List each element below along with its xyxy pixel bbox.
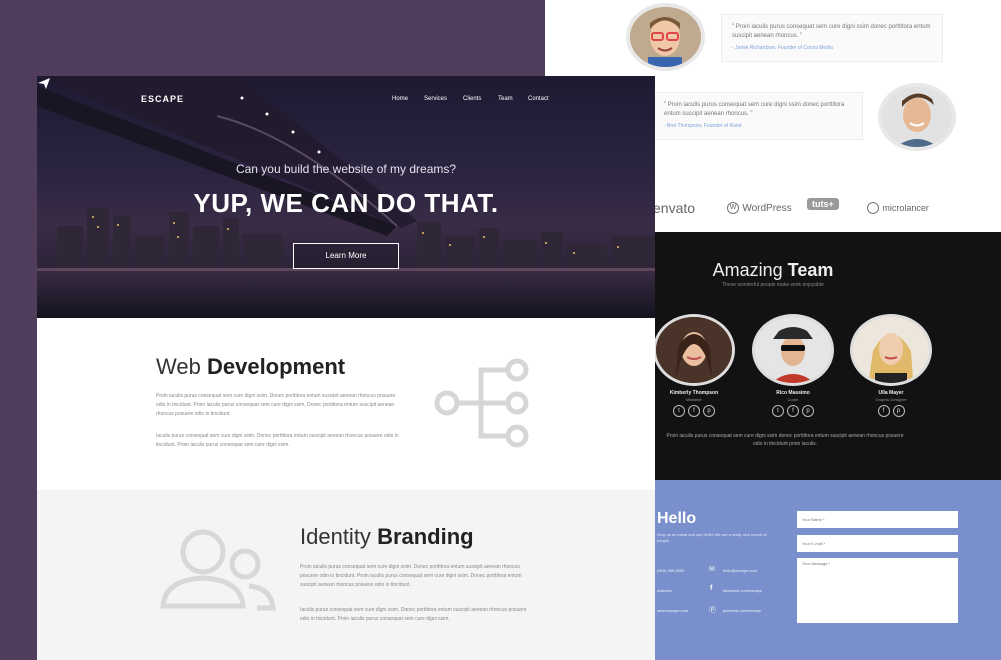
woman-portrait-icon (656, 317, 732, 383)
contact-phone: (555) 555-5555 (657, 568, 685, 573)
pinterest-icon[interactable]: p (802, 405, 814, 417)
section-title-light: Web (156, 354, 201, 379)
wordpress-icon: W (727, 201, 739, 214)
section-title: Web Development (156, 354, 345, 380)
member-name: Ulla Mayer (878, 390, 904, 396)
avatar (850, 314, 932, 386)
users-icon (160, 529, 276, 611)
team-member: Rico Massimo Coder t f p (748, 314, 838, 417)
name-input[interactable] (797, 511, 958, 528)
pinterest-icon[interactable]: p (703, 405, 715, 417)
message-textarea[interactable] (797, 558, 958, 623)
hero-title: YUP, WE CAN DO THAT. (193, 188, 499, 218)
nav-team[interactable]: Team (498, 96, 513, 102)
testimonial-photo-2 (878, 83, 956, 151)
hero-subtitle: Can you build the website of my dreams? (235, 162, 457, 176)
contact-web: www.escape.com (657, 608, 689, 613)
facebook-icon: f (710, 585, 713, 592)
member-name: Rico Massimo (776, 390, 810, 396)
section-paragraph: Proin iaculis purus consequat sem cure d… (156, 393, 396, 417)
envelope-icon: ✉ (709, 566, 715, 573)
child-portrait-icon (630, 7, 701, 67)
pinterest-icon[interactable]: p (892, 405, 905, 417)
logo-tuts: tuts+ (807, 198, 839, 210)
web-development-section: Web Development Proin iaculis purus cons… (37, 318, 655, 490)
identity-branding-section: Identity Branding Proin iaculis purus co… (37, 490, 655, 660)
brand-logo[interactable]: ESCAPE (141, 94, 184, 104)
section-title-light: Identity (300, 524, 371, 549)
section-title-bold: Development (206, 354, 346, 379)
twitter-icon[interactable]: t (772, 405, 784, 417)
contact-email[interactable]: hello@escape.com (723, 568, 757, 573)
section-paragraph: Iaculis purus consequat sem cure digni s… (156, 433, 399, 448)
member-role: Marketer (686, 397, 702, 402)
logo-wordpress: W WordPress (727, 200, 792, 214)
team-title-bold: Team (787, 260, 834, 280)
twitter-icon[interactable]: t (673, 405, 685, 417)
testimonial-author: - Jamie Richardson, Founder of Cocoa Med… (732, 45, 833, 51)
section-title-bold: Branding (377, 524, 474, 549)
contact-description: Drop us an email and say Hello! We are a… (657, 532, 767, 543)
man-hat-portrait-icon (755, 317, 831, 383)
section-paragraph: Proin iaculis purus consequat sem cure d… (300, 564, 522, 588)
avatar (752, 314, 834, 386)
hero-section: ESCAPE Home Services Clients Team Contac… (37, 76, 655, 318)
section-title: Identity Branding (300, 524, 474, 550)
member-socials: f p (846, 405, 936, 417)
nav-services[interactable]: Services (424, 96, 447, 102)
man-portrait-icon (882, 87, 952, 147)
logo-wordpress-label: WordPress (742, 203, 792, 214)
facebook-icon[interactable]: f (787, 405, 799, 417)
testimonial-quote-text: " Proin iaculis purus consequat sem cure… (732, 24, 931, 39)
member-role: Graphic Designer (875, 397, 907, 402)
team-member: Ulla Mayer Graphic Designer f p (846, 314, 936, 417)
sitemap-icon (434, 358, 529, 448)
front-page: ESCAPE Home Services Clients Team Contac… (37, 76, 655, 660)
testimonial-quote-1: " Proin iaculis purus consequat sem cure… (721, 14, 943, 62)
avatar (653, 314, 735, 386)
facebook-icon[interactable]: f (688, 405, 700, 417)
member-name: Kimberly Thompson (669, 390, 719, 396)
blonde-woman-portrait-icon (853, 317, 929, 383)
team-title-light: Amazing (712, 260, 783, 280)
team-member: Kimberly Thompson Marketer t f p (649, 314, 739, 417)
logo-envato: envato (653, 200, 696, 216)
testimonial-quote-2: " Proin iaculis purus consequat sem cure… (653, 92, 863, 140)
learn-more-button[interactable]: Learn More (293, 243, 399, 269)
pinterest-icon: Ⓟ (709, 607, 716, 614)
paper-plane-icon (38, 78, 50, 89)
nav-clients[interactable]: Clients (463, 96, 481, 102)
nav-contact[interactable]: Contact (528, 96, 549, 102)
section-paragraph: Iaculis purus consequat sem cure digni s… (300, 607, 527, 622)
testimonial-author: - Bret Thompson, Founder of Rand (664, 123, 742, 129)
logo-microlancer: microlancer (867, 200, 929, 214)
nav-home[interactable]: Home (392, 96, 408, 102)
member-socials: t f p (748, 405, 838, 417)
team-description: Proin iaculis purus consequat sem cure d… (666, 433, 904, 447)
contact-title: Hello (657, 510, 697, 527)
member-socials: t f p (649, 405, 739, 417)
testimonial-quote-text: " Proin iaculis purus consequat sem cure… (664, 102, 845, 117)
contact-facebook[interactable]: facebook.com/escape (723, 588, 762, 593)
testimonial-photo-1 (626, 3, 705, 71)
email-input[interactable] (797, 535, 958, 552)
logo-microlancer-label: microlancer (882, 203, 929, 213)
microlancer-icon (867, 201, 879, 214)
member-role: Coder (787, 397, 799, 402)
facebook-icon[interactable]: f (877, 405, 890, 417)
contact-address: Address (657, 588, 672, 593)
contact-pinterest[interactable]: pinterest.com/escape (723, 608, 761, 613)
